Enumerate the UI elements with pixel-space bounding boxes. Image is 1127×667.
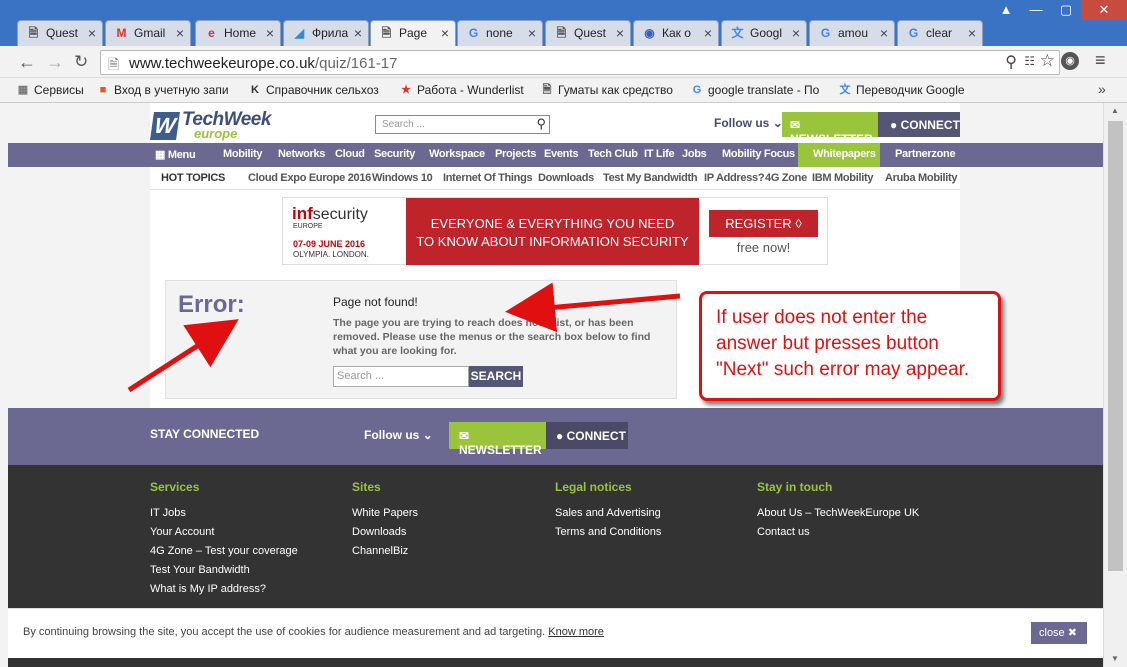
annotation-text: If user does not enter the answer but pr…: [716, 307, 970, 380]
annotation-callout: If user does not enter the answer but pr…: [699, 291, 1001, 401]
arrow-to-error-heading: [127, 319, 239, 393]
arrow-to-error-message: [505, 282, 681, 333]
